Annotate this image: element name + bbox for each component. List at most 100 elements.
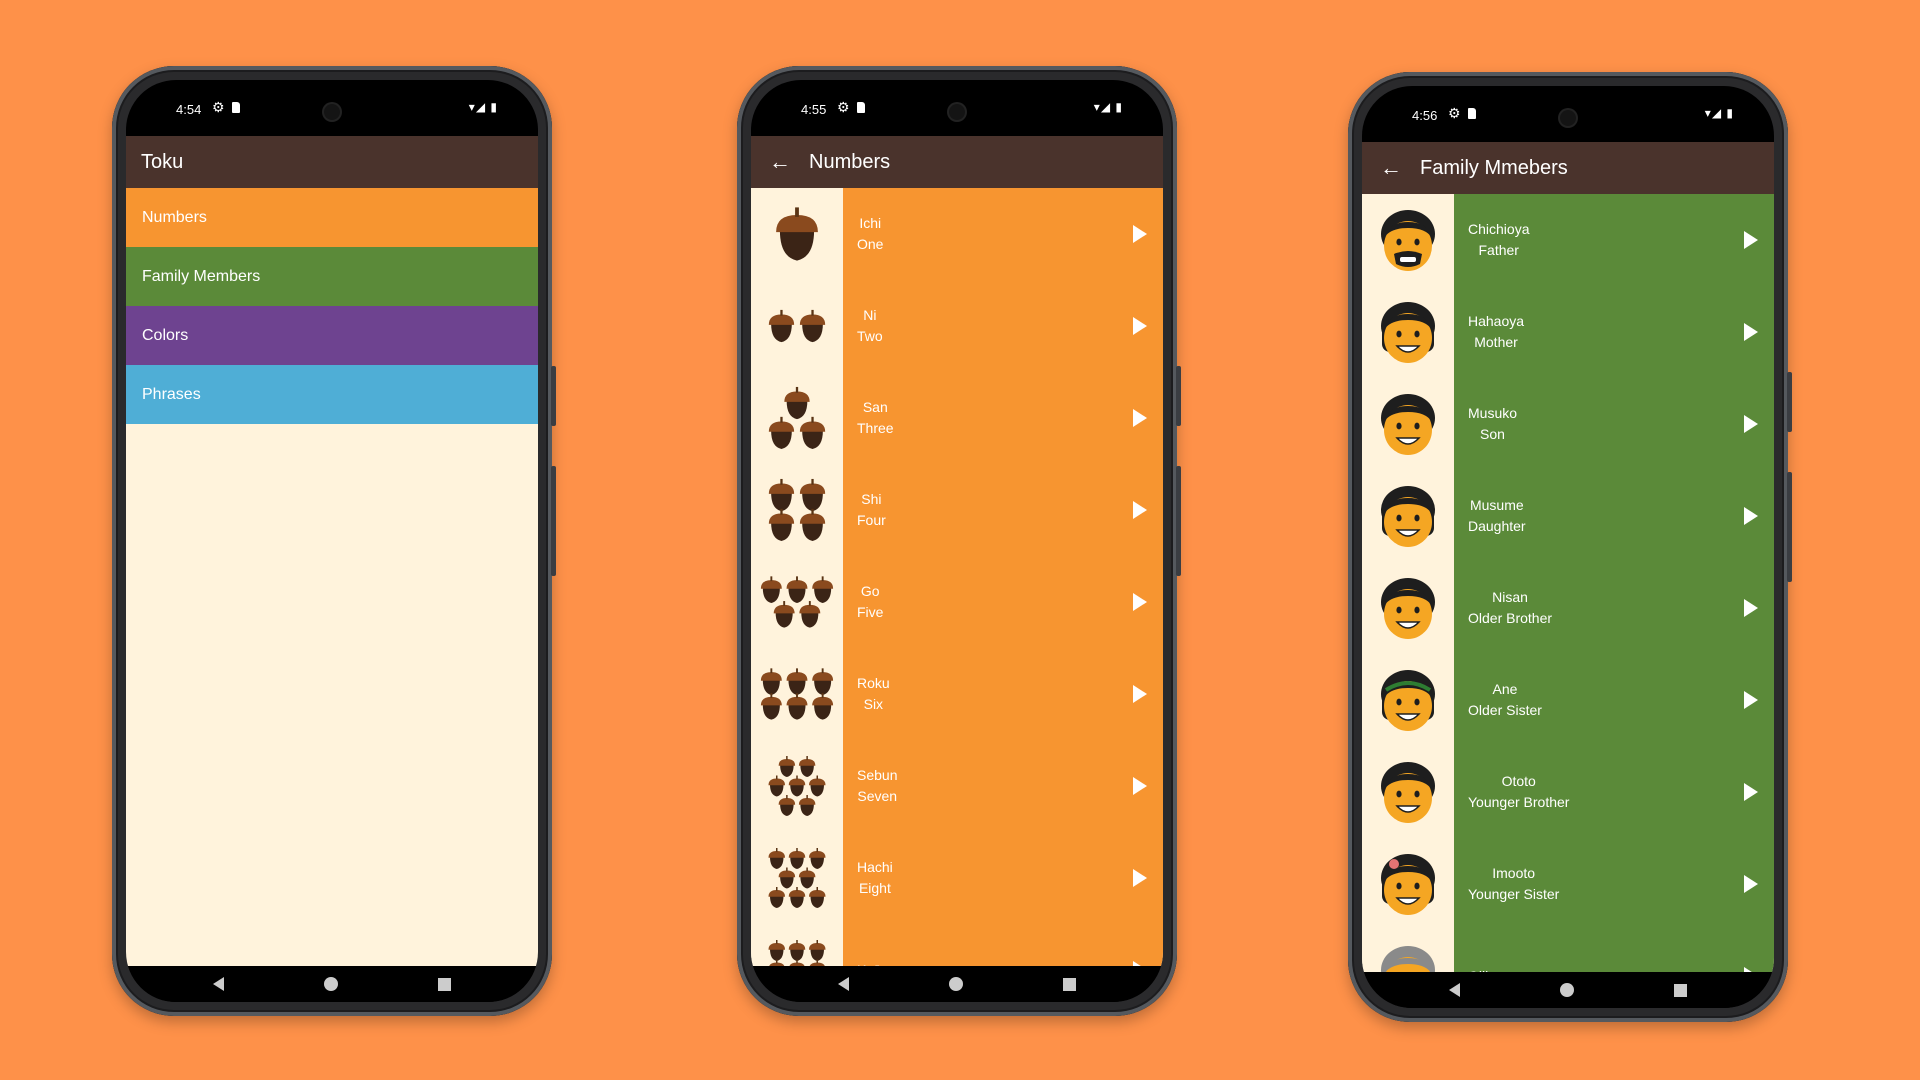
nav-recents-icon[interactable]	[1063, 977, 1076, 991]
nav-home-icon[interactable]	[324, 977, 338, 991]
english-word: Six	[863, 696, 884, 712]
play-icon[interactable]	[1133, 777, 1147, 795]
category-phrases[interactable]: Phrases	[126, 365, 538, 424]
acorn-icon	[788, 775, 806, 797]
number-row[interactable]: San Three	[751, 372, 1163, 464]
number-row[interactable]: Ichi One	[751, 188, 1163, 280]
number-row-body[interactable]: Shi Four	[843, 464, 1163, 556]
younger-sister-face-icon	[1381, 854, 1435, 915]
play-icon[interactable]	[1133, 501, 1147, 519]
category-family-members[interactable]: Family Members	[126, 247, 538, 306]
family-row[interactable]: Ane Older Sister	[1362, 654, 1774, 746]
play-icon[interactable]	[1744, 507, 1758, 525]
family-row[interactable]: Ototo Younger Brother	[1362, 746, 1774, 838]
number-text: Shi Four	[843, 489, 886, 531]
family-row[interactable]: Nisan Older Brother	[1362, 562, 1774, 654]
nav-recents-icon[interactable]	[438, 977, 451, 991]
play-icon[interactable]	[1133, 317, 1147, 335]
acorn-icon	[773, 601, 795, 628]
play-icon[interactable]	[1744, 323, 1758, 341]
english-word: Eight	[858, 880, 891, 896]
navigation-bar	[751, 966, 1163, 1002]
screen-title: Family Mmebers	[1420, 156, 1568, 179]
family-row-body[interactable]: Ototo Younger Brother	[1454, 746, 1774, 838]
family-list[interactable]: Chichioya Father Hahaoya Mother Musuko Son Mus…	[1362, 194, 1774, 972]
status-time: 4:56	[1412, 108, 1438, 123]
number-text: Ichi One	[843, 213, 883, 255]
number-row[interactable]: Ni Two	[751, 280, 1163, 372]
number-text: Roku Six	[843, 673, 890, 715]
number-row-body[interactable]: Hachi Eight	[843, 832, 1163, 924]
play-icon[interactable]	[1133, 225, 1147, 243]
screen-title: Numbers	[809, 150, 891, 173]
category-numbers[interactable]: Numbers	[126, 188, 538, 247]
nav-back-icon[interactable]	[213, 977, 224, 991]
family-row[interactable]: Musume Daughter	[1362, 470, 1774, 562]
nav-recents-icon[interactable]	[1674, 983, 1687, 997]
family-row-body[interactable]: Chichioya Father	[1454, 194, 1774, 286]
category-colors[interactable]: Colors	[126, 306, 538, 365]
nav-home-icon[interactable]	[949, 977, 963, 991]
status-bar: 4:54 ⚙ ▾◢ ▮	[126, 80, 538, 136]
family-row[interactable]: Ojiisan	[1362, 930, 1774, 972]
nav-back-icon[interactable]	[1449, 983, 1460, 997]
play-icon[interactable]	[1133, 409, 1147, 427]
play-icon[interactable]	[1744, 231, 1758, 249]
grandfather-face-icon	[1381, 946, 1435, 972]
number-row-body[interactable]: Ni Two	[843, 280, 1163, 372]
family-row-body[interactable]: Ane Older Sister	[1454, 654, 1774, 746]
number-row[interactable]: Shi Four	[751, 464, 1163, 556]
back-arrow-icon[interactable]: ←	[1362, 155, 1420, 181]
play-icon[interactable]	[1744, 415, 1758, 433]
japanese-word: Hachi	[857, 859, 893, 875]
number-row-body[interactable]: Go Five	[843, 556, 1163, 648]
nav-back-icon[interactable]	[838, 977, 849, 991]
family-row[interactable]: Hahaoya Mother	[1362, 286, 1774, 378]
play-icon[interactable]	[1133, 869, 1147, 887]
number-row[interactable]: Go Five	[751, 556, 1163, 648]
family-row[interactable]: Chichioya Father	[1362, 194, 1774, 286]
front-camera	[1560, 110, 1576, 126]
family-row-body[interactable]: Musuko Son	[1454, 378, 1774, 470]
play-icon[interactable]	[1744, 783, 1758, 801]
number-row-body[interactable]: Roku Six	[843, 648, 1163, 740]
number-row-body[interactable]: San Three	[843, 372, 1163, 464]
japanese-word: Hahaoya	[1468, 313, 1525, 329]
number-row[interactable]: Kyū	[751, 924, 1163, 966]
app-bar: Toku	[126, 136, 538, 188]
acorn-icon	[768, 478, 795, 512]
family-row-body[interactable]: Ojiisan	[1454, 930, 1774, 972]
japanese-word: Chichioya	[1468, 221, 1530, 237]
status-time: 4:54	[176, 102, 202, 117]
number-row[interactable]: Roku Six	[751, 648, 1163, 740]
family-row-body[interactable]: Nisan Older Brother	[1454, 562, 1774, 654]
play-icon[interactable]	[1744, 875, 1758, 893]
wifi-signal-battery-icons: ▾◢ ▮	[468, 100, 498, 114]
play-icon[interactable]	[1744, 599, 1758, 617]
play-icon[interactable]	[1133, 593, 1147, 611]
number-row[interactable]: Hachi Eight	[751, 832, 1163, 924]
numbers-list[interactable]: Ichi One Ni Two San Three Shi Four Go Five Roku Six…	[751, 188, 1163, 966]
category-label: Colors	[142, 326, 189, 344]
play-icon[interactable]	[1744, 691, 1758, 709]
back-arrow-icon[interactable]: ←	[751, 149, 809, 175]
number-row-body[interactable]: Sebun Seven	[843, 740, 1163, 832]
japanese-word: Musuko	[1468, 405, 1518, 421]
family-image	[1362, 194, 1454, 286]
family-row-body[interactable]: Imooto Younger Sister	[1454, 838, 1774, 930]
family-row-body[interactable]: Musume Daughter	[1454, 470, 1774, 562]
family-row[interactable]: Imooto Younger Sister	[1362, 838, 1774, 930]
number-row[interactable]: Sebun Seven	[751, 740, 1163, 832]
acorns-image	[760, 668, 834, 720]
number-row-body[interactable]: Kyū	[843, 924, 1163, 966]
acorn-icon	[768, 887, 785, 908]
sd-card-status-icon	[857, 102, 865, 113]
family-row[interactable]: Musuko Son	[1362, 378, 1774, 470]
power-button	[551, 366, 556, 426]
family-row-body[interactable]: Hahaoya Mother	[1454, 286, 1774, 378]
play-icon[interactable]	[1133, 685, 1147, 703]
nav-home-icon[interactable]	[1560, 983, 1574, 997]
acorn-icon	[768, 309, 795, 343]
settings-status-icon: ⚙	[837, 99, 850, 115]
number-row-body[interactable]: Ichi One	[843, 188, 1163, 280]
